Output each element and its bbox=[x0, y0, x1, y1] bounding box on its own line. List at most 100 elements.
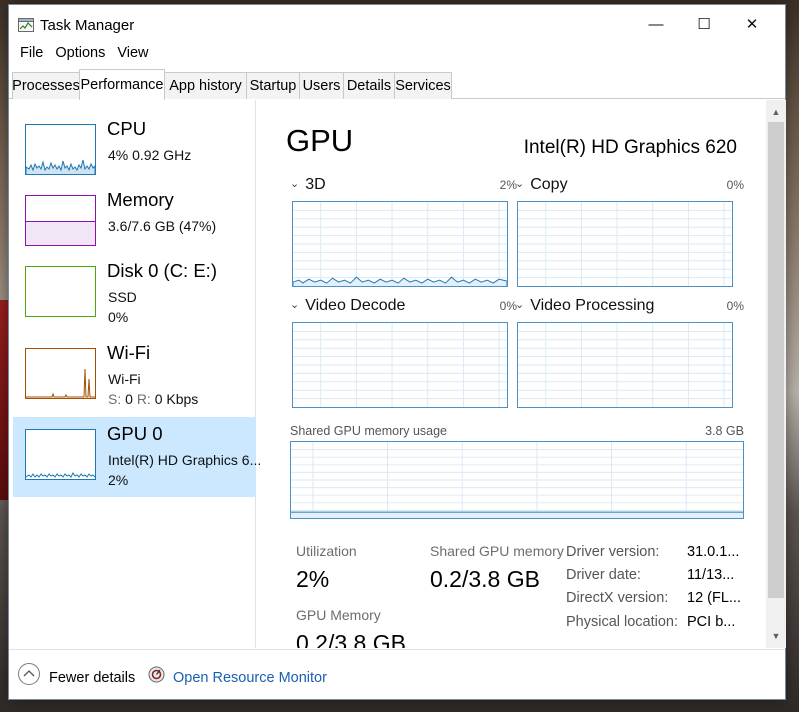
graph-3d bbox=[292, 201, 508, 287]
engine-percent: 0% bbox=[499, 299, 517, 313]
tab-services[interactable]: Services bbox=[394, 72, 452, 99]
graph-shared-gpu-memory bbox=[290, 441, 744, 519]
tab-app-history[interactable]: App history bbox=[164, 72, 247, 99]
engine-selector-copy[interactable]: ⌄ Copy bbox=[515, 176, 568, 194]
engine-label: Video Processing bbox=[530, 297, 655, 314]
engine-selector-3d[interactable]: ⌄ 3D bbox=[290, 176, 326, 194]
driver-version-label: Driver version: bbox=[566, 544, 660, 560]
graph-shared-gpu-memory-plot bbox=[291, 442, 743, 518]
receive-value: 0 Kbps bbox=[154, 391, 199, 407]
chevron-up-circle-icon[interactable] bbox=[18, 663, 40, 685]
engine-label: 3D bbox=[305, 176, 326, 193]
scroll-down-arrow-icon[interactable]: ▼ bbox=[766, 626, 786, 646]
chevron-down-icon: ⌄ bbox=[515, 178, 525, 190]
send-label: S: bbox=[108, 391, 122, 407]
minimize-icon: — bbox=[648, 15, 664, 33]
sidebar-item-memory[interactable]: Memory 3.6/7.6 GB (47%) bbox=[13, 183, 256, 263]
task-manager-app-icon bbox=[18, 18, 34, 32]
window-title: Task Manager bbox=[40, 17, 135, 34]
tab-processes[interactable]: Processes bbox=[12, 72, 80, 99]
directx-version-value: 12 (FL... bbox=[687, 590, 741, 606]
sidebar-item-wifi[interactable]: Wi-Fi Wi-Fi S: 0 R: 0 Kbps bbox=[13, 336, 256, 416]
menu-options[interactable]: Options bbox=[49, 45, 111, 65]
send-value: 0 bbox=[125, 391, 133, 407]
scroll-up-arrow-icon[interactable]: ▲ bbox=[766, 102, 786, 122]
shared-gpu-memory-label: Shared GPU memory bbox=[430, 543, 564, 559]
wifi-sparkline bbox=[26, 368, 95, 398]
sidebar-item-throughput: S: 0 R: 0 Kbps bbox=[108, 391, 198, 407]
menu-view[interactable]: View bbox=[111, 45, 154, 65]
chevron-down-icon: ⌄ bbox=[515, 299, 525, 311]
menu-bar: File Options View bbox=[14, 45, 155, 65]
minimize-button[interactable]: — bbox=[633, 5, 679, 43]
gpu-sparkline bbox=[25, 472, 96, 478]
sidebar-item-detail-2: 2% bbox=[108, 472, 129, 488]
sidebar-item-title: Memory bbox=[107, 189, 174, 210]
title-bar[interactable]: Task Manager — ☐ ✕ bbox=[9, 5, 785, 43]
performance-sidebar: CPU 4% 0.92 GHz Memory 3.6/7.6 GB (47%) … bbox=[9, 100, 261, 648]
sidebar-item-cpu[interactable]: CPU 4% 0.92 GHz bbox=[13, 112, 256, 192]
tab-bar: Processes Performance App history Startu… bbox=[9, 69, 785, 100]
engine-selector-video-decode[interactable]: ⌄ Video Decode bbox=[290, 297, 405, 315]
maximize-button[interactable]: ☐ bbox=[681, 5, 727, 43]
cpu-sparkline bbox=[25, 159, 96, 174]
gpu-memory-label: GPU Memory bbox=[296, 607, 381, 623]
sidebar-item-title: GPU 0 bbox=[107, 423, 163, 444]
cpu-thumbnail-graph bbox=[25, 124, 96, 175]
sidebar-item-title: Disk 0 (C: E:) bbox=[107, 260, 217, 281]
sidebar-item-gpu[interactable]: GPU 0 Intel(R) HD Graphics 6... 2% bbox=[13, 417, 261, 497]
menu-file[interactable]: File bbox=[14, 45, 49, 65]
gpu-thumbnail-graph bbox=[25, 429, 96, 480]
receive-label: R: bbox=[136, 391, 151, 407]
graph-copy-plot bbox=[518, 202, 732, 286]
sidebar-item-detail: SSD bbox=[108, 289, 137, 305]
chevron-down-icon: ⌄ bbox=[290, 178, 300, 190]
engine-label: Copy bbox=[530, 176, 568, 193]
sidebar-item-title: CPU bbox=[107, 118, 147, 139]
directx-version-label: DirectX version: bbox=[566, 590, 669, 606]
sidebar-item-detail: 3.6/7.6 GB (47%) bbox=[108, 218, 217, 234]
graph-video-processing-plot bbox=[518, 323, 732, 407]
tab-users[interactable]: Users bbox=[299, 72, 344, 99]
driver-version-value: 31.0.1... bbox=[687, 544, 740, 560]
sidebar-item-title: Wi-Fi bbox=[107, 342, 151, 363]
page-title: GPU bbox=[286, 123, 354, 158]
vertical-scrollbar[interactable]: ▲ ▼ bbox=[766, 100, 786, 648]
engine-selector-video-processing[interactable]: ⌄ Video Processing bbox=[515, 297, 654, 315]
sidebar-item-detail: 4% 0.92 GHz bbox=[108, 147, 192, 163]
scroll-thumb[interactable] bbox=[768, 122, 784, 598]
gpu-detail-panel: GPU Intel(R) HD Graphics 620 ⌄ 3D 2% ⌄ Cop… bbox=[257, 100, 765, 648]
graph-copy bbox=[517, 201, 733, 287]
physical-location-label: Physical location: bbox=[566, 614, 679, 630]
engine-percent: 2% bbox=[499, 178, 517, 192]
driver-date-value: 11/13... bbox=[687, 567, 735, 583]
graph-3d-plot bbox=[293, 202, 507, 286]
fewer-details-button[interactable]: Fewer details bbox=[49, 670, 135, 686]
resource-monitor-icon bbox=[148, 666, 165, 683]
chevron-up-icon bbox=[23, 670, 35, 677]
chevron-down-icon: ⌄ bbox=[290, 299, 300, 311]
shared-gpu-memory-value: 0.2/3.8 GB bbox=[430, 566, 540, 592]
shared-memory-usage-label: Shared GPU memory usage bbox=[290, 424, 448, 438]
open-resource-monitor-link[interactable]: Open Resource Monitor bbox=[173, 670, 327, 686]
sidebar-item-disk[interactable]: Disk 0 (C: E:) SSD 0% bbox=[13, 254, 256, 334]
sidebar-item-detail: Intel(R) HD Graphics 6... bbox=[108, 452, 262, 468]
utilization-label: Utilization bbox=[296, 543, 357, 559]
wifi-thumbnail-graph bbox=[25, 348, 96, 399]
physical-location-value: PCI b... bbox=[687, 614, 736, 630]
tab-startup[interactable]: Startup bbox=[246, 72, 300, 99]
close-icon: ✕ bbox=[745, 16, 759, 33]
footer-bar: Fewer details Open Resource Monitor bbox=[9, 649, 785, 699]
graph-video-decode-plot bbox=[293, 323, 507, 407]
utilization-value: 2% bbox=[296, 566, 330, 592]
driver-date-label: Driver date: bbox=[566, 567, 641, 583]
sidebar-item-detail: Wi-Fi bbox=[108, 371, 141, 387]
graph-video-processing bbox=[517, 322, 733, 408]
engine-label: Video Decode bbox=[305, 297, 406, 314]
close-button[interactable]: ✕ bbox=[729, 5, 775, 43]
tab-performance[interactable]: Performance bbox=[79, 69, 165, 100]
tab-details[interactable]: Details bbox=[343, 72, 395, 99]
engine-percent: 0% bbox=[726, 299, 744, 313]
memory-fill bbox=[26, 221, 95, 245]
maximize-icon: ☐ bbox=[697, 16, 711, 33]
